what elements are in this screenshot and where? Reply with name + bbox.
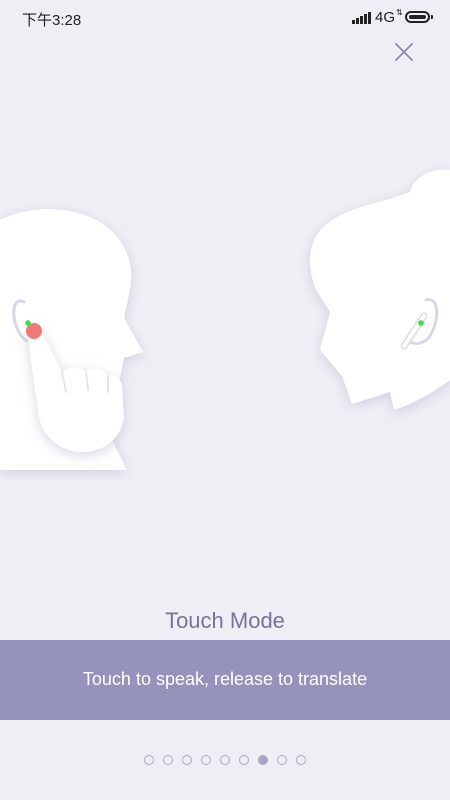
page-dot[interactable] [239,755,249,765]
close-button[interactable] [388,36,420,68]
status-bar: 下午3:28 4G ⇅ [0,0,450,36]
earbud-light-icon [25,320,31,326]
page-dot[interactable] [258,755,268,765]
data-arrows-icon: ⇅ [396,8,403,17]
page-dot[interactable] [182,755,192,765]
status-time: 下午3:28 [22,12,82,29]
page-dot[interactable] [163,755,173,765]
instruction-text: Touch to speak, release to translate [82,669,368,689]
page-indicator [0,755,450,767]
right-head-illustration [309,169,450,410]
battery-icon [405,11,430,23]
page-dot[interactable] [296,755,306,765]
page-dot[interactable] [201,755,211,765]
screen: 下午3:28 4G ⇅ Touch Mode Touch to speak, r… [0,0,450,800]
page-dot[interactable] [220,755,230,765]
page-dot[interactable] [277,755,287,765]
earbud-light-icon [418,320,424,326]
page-dot[interactable] [144,755,154,765]
network-type: 4G [375,9,396,26]
signal-icon [352,11,372,24]
touch-mode-illustration [0,169,450,470]
close-icon [395,43,413,61]
mode-title: Touch Mode [165,608,285,633]
